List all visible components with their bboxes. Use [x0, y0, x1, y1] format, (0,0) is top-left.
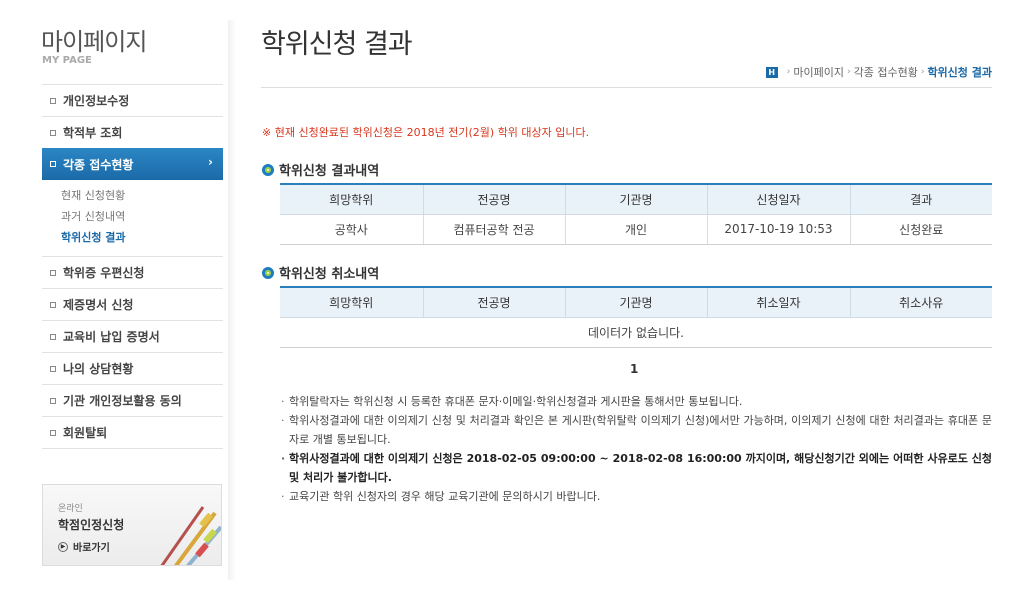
sidebar-item-privacy-consent[interactable]: 기관 개인정보활용 동의	[42, 384, 223, 416]
note-item-emphasis: 학위사정결과에 대한 이의제기 신청은 2018-02-05 09:00:00 …	[281, 449, 992, 487]
sidebar-item-label: 기관 개인정보활용 동의	[63, 394, 182, 408]
column-header: 기관명	[564, 286, 707, 318]
column-header: 결과	[849, 183, 992, 215]
sidebar-shadow	[228, 20, 236, 580]
column-header: 전공명	[422, 286, 565, 318]
result-table: 희망학위 전공명 기관명 신청일자 결과 공학사 컴퓨터공학 전공 개인 201…	[280, 183, 992, 245]
column-header: 희망학위	[280, 286, 423, 318]
play-circle-icon: ▶	[58, 541, 68, 552]
cancel-section-title: 학위신청 취소내역	[262, 263, 379, 282]
notice-message: ※ 현재 신청완료된 학위신청은 2018년 전기(2월) 학위 대상자 입니다…	[262, 126, 590, 139]
sidebar-item-label: 회원탈퇴	[63, 426, 108, 440]
pencils-illustration-icon	[160, 506, 221, 565]
breadcrumb-item[interactable]: 각종 접수현황	[854, 64, 918, 80]
sidebar-item-application-status[interactable]: 각종 접수현황 ›	[42, 148, 223, 180]
sidebar-item-certificate[interactable]: 제증명서 신청	[42, 288, 223, 320]
home-icon[interactable]: H	[765, 66, 778, 78]
table-header-row: 희망학위 전공명 기관명 취소일자 취소사유	[280, 286, 992, 318]
guidance-notes: 학위탈락자는 학위신청 시 등록한 휴대폰 문자·이메일·학위신청결과 게시판을…	[281, 392, 992, 506]
table-row: 데이터가 없습니다.	[280, 317, 992, 348]
sidebar-item-diploma-mail[interactable]: 학위증 우편신청	[42, 256, 223, 288]
cancel-table: 희망학위 전공명 기관명 취소일자 취소사유 데이터가 없습니다.	[280, 286, 992, 348]
square-bullet-icon	[50, 429, 56, 436]
section-title-label: 학위신청 취소내역	[279, 267, 380, 282]
sidebar: 마이페이지 MY PAGE 개인정보수정 학적부 조회 각종 접수현황 › 현재…	[0, 0, 234, 593]
page-title: 학위신청 결과	[261, 29, 413, 60]
sidebar-item-label: 교육비 납입 증명서	[63, 330, 160, 344]
sidebar-item-tuition-certificate[interactable]: 교육비 납입 증명서	[42, 320, 223, 352]
pagination-current-page[interactable]: 1	[630, 362, 638, 376]
sidebar-submenu: 현재 신청현황 과거 신청내역 학위신청 결과	[42, 180, 223, 256]
menu-divider	[42, 448, 223, 449]
table-cell: 개인	[564, 214, 707, 245]
sidebar-item-label: 학적부 조회	[63, 126, 123, 140]
table-cell: 신청완료	[849, 214, 992, 245]
sidebar-menu: 개인정보수정 학적부 조회 각종 접수현황 › 현재 신청현황 과거 신청내역 …	[42, 84, 223, 449]
sidebar-item-academic-record[interactable]: 학적부 조회	[42, 116, 223, 148]
sidebar-item-withdraw[interactable]: 회원탈퇴	[42, 416, 223, 448]
column-header: 취소일자	[706, 286, 850, 318]
submenu-item-past-history[interactable]: 과거 신청내역	[61, 206, 223, 227]
breadcrumb-separator-icon: ›	[786, 67, 791, 77]
banner-caption: 온라인	[58, 504, 83, 514]
sidebar-item-label: 학위증 우편신청	[63, 266, 145, 280]
breadcrumb-current: 학위신청 결과	[927, 66, 992, 79]
banner-link-label: 바로가기	[73, 543, 110, 554]
column-header: 취소사유	[849, 286, 992, 318]
table-cell: 공학사	[280, 214, 423, 245]
table-cell: 컴퓨터공학 전공	[422, 214, 565, 245]
note-item: 학위사정결과에 대한 이의제기 신청 및 처리결과 확인은 본 게시판(학위탈락…	[281, 411, 992, 449]
sidebar-item-label: 제증명서 신청	[63, 298, 134, 312]
submenu-item-degree-result[interactable]: 학위신청 결과	[61, 227, 223, 248]
column-header: 희망학위	[280, 183, 423, 215]
result-section-title: 학위신청 결과내역	[262, 160, 379, 179]
breadcrumb-separator-icon: ›	[847, 67, 851, 77]
section-bullet-icon	[262, 163, 274, 176]
breadcrumb: H › 마이페이지 › 각종 접수현황 › 학위신청 결과	[765, 64, 992, 80]
note-item: 교육기관 학위 신청자의 경우 해당 교육기관에 문의하시기 바랍니다.	[281, 487, 992, 506]
column-header: 기관명	[564, 183, 707, 215]
breadcrumb-item[interactable]: 마이페이지	[793, 64, 844, 80]
table-cell: 2017-10-19 10:53	[706, 214, 850, 245]
section-bullet-icon	[262, 266, 274, 279]
square-bullet-icon	[50, 161, 56, 167]
sidebar-subtitle: MY PAGE	[42, 55, 92, 66]
table-row: 공학사 컴퓨터공학 전공 개인 2017-10-19 10:53 신청완료	[280, 214, 992, 245]
empty-message: 데이터가 없습니다.	[280, 317, 992, 348]
square-bullet-icon	[50, 269, 56, 276]
square-bullet-icon	[50, 97, 56, 104]
submenu-item-current-status[interactable]: 현재 신청현황	[61, 185, 223, 206]
column-header: 전공명	[422, 183, 565, 215]
sidebar-item-label: 나의 상담현황	[63, 362, 134, 376]
sidebar-title: 마이페이지	[41, 28, 147, 56]
section-title-label: 학위신청 결과내역	[279, 164, 380, 179]
square-bullet-icon	[50, 365, 56, 372]
square-bullet-icon	[50, 397, 56, 404]
sidebar-item-label: 개인정보수정	[63, 94, 130, 108]
square-bullet-icon	[50, 129, 56, 136]
sidebar-item-counseling[interactable]: 나의 상담현황	[42, 352, 223, 384]
credit-recognition-banner[interactable]: 온라인 학점인정신청 ▶ 바로가기	[42, 484, 222, 566]
note-item: 학위탈락자는 학위신청 시 등록한 휴대폰 문자·이메일·학위신청결과 게시판을…	[281, 392, 992, 411]
square-bullet-icon	[50, 301, 56, 308]
breadcrumb-separator-icon: ›	[920, 67, 925, 77]
title-divider	[261, 87, 992, 88]
banner-shortcut-link[interactable]: ▶ 바로가기	[58, 539, 110, 554]
column-header: 신청일자	[706, 183, 850, 215]
banner-title: 학점인정신청	[58, 518, 125, 532]
sidebar-item-edit-profile[interactable]: 개인정보수정	[42, 84, 223, 116]
table-header-row: 희망학위 전공명 기관명 신청일자 결과	[280, 183, 992, 215]
sidebar-item-label: 각종 접수현황	[63, 157, 134, 172]
square-bullet-icon	[50, 333, 56, 340]
chevron-right-icon: ›	[208, 155, 213, 169]
